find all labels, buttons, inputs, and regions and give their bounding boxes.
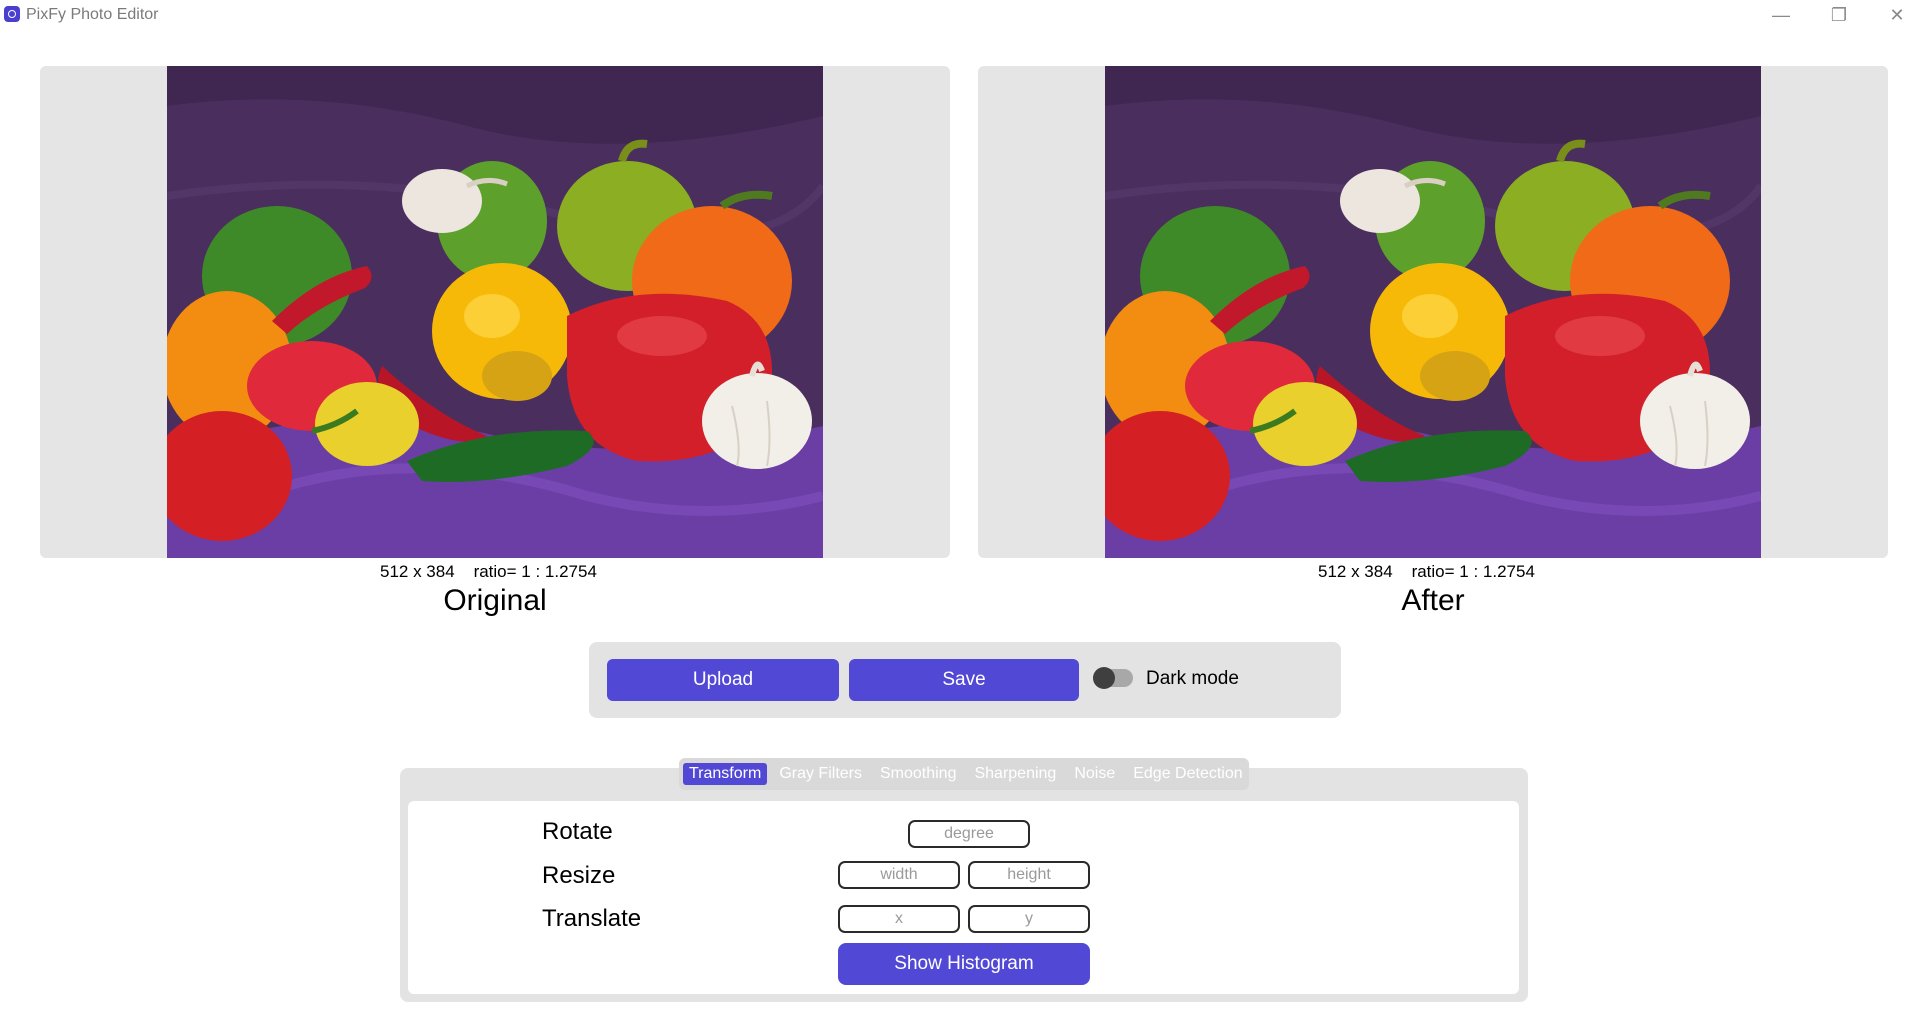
dark-mode-toggle[interactable] [1093, 667, 1133, 689]
original-dimensions: 512 x 384 ratio= 1 : 1.2754 [380, 562, 597, 581]
after-caption: After [1401, 584, 1465, 617]
translate-label: Translate [542, 905, 642, 932]
action-bar: Upload Save Dark mode [589, 642, 1341, 718]
original-image-panel [40, 66, 950, 558]
save-button[interactable]: Save [849, 659, 1079, 701]
translate-y-input[interactable]: y [968, 905, 1090, 933]
app-logo-icon [4, 6, 20, 22]
after-photo [1105, 66, 1761, 558]
tab-smoothing[interactable]: Smoothing [874, 763, 963, 785]
rotate-label: Rotate [542, 818, 613, 845]
minimize-icon[interactable]: — [1752, 0, 1810, 30]
rotate-degree-input[interactable]: degree [908, 820, 1030, 848]
after-dimensions: 512 x 384 ratio= 1 : 1.2754 [1318, 562, 1535, 581]
tab-edge-detection[interactable]: Edge Detection [1127, 763, 1248, 785]
upload-button[interactable]: Upload [607, 659, 839, 701]
close-icon[interactable]: ✕ [1868, 0, 1920, 30]
toggle-knob [1093, 667, 1115, 689]
tab-transform[interactable]: Transform [683, 763, 768, 785]
original-caption: Original [443, 584, 547, 617]
tab-gray-filters[interactable]: Gray Filters [773, 763, 868, 785]
original-photo [167, 66, 823, 558]
dark-mode-label: Dark mode [1146, 668, 1239, 689]
after-image-panel [978, 66, 1888, 558]
translate-x-input[interactable]: x [838, 905, 960, 933]
title-bar: PixFy Photo Editor — ❐ ✕ [0, 0, 1920, 30]
show-histogram-button[interactable]: Show Histogram [838, 943, 1090, 985]
restore-icon[interactable]: ❐ [1810, 0, 1868, 30]
resize-label: Resize [542, 862, 616, 889]
resize-width-input[interactable]: width [838, 861, 960, 889]
tab-sharpening[interactable]: Sharpening [968, 763, 1062, 785]
filter-tabs: Transform Gray Filters Smoothing Sharpen… [679, 758, 1249, 790]
resize-height-input[interactable]: height [968, 861, 1090, 889]
tab-noise[interactable]: Noise [1068, 763, 1121, 785]
window-title: PixFy Photo Editor [26, 6, 159, 23]
